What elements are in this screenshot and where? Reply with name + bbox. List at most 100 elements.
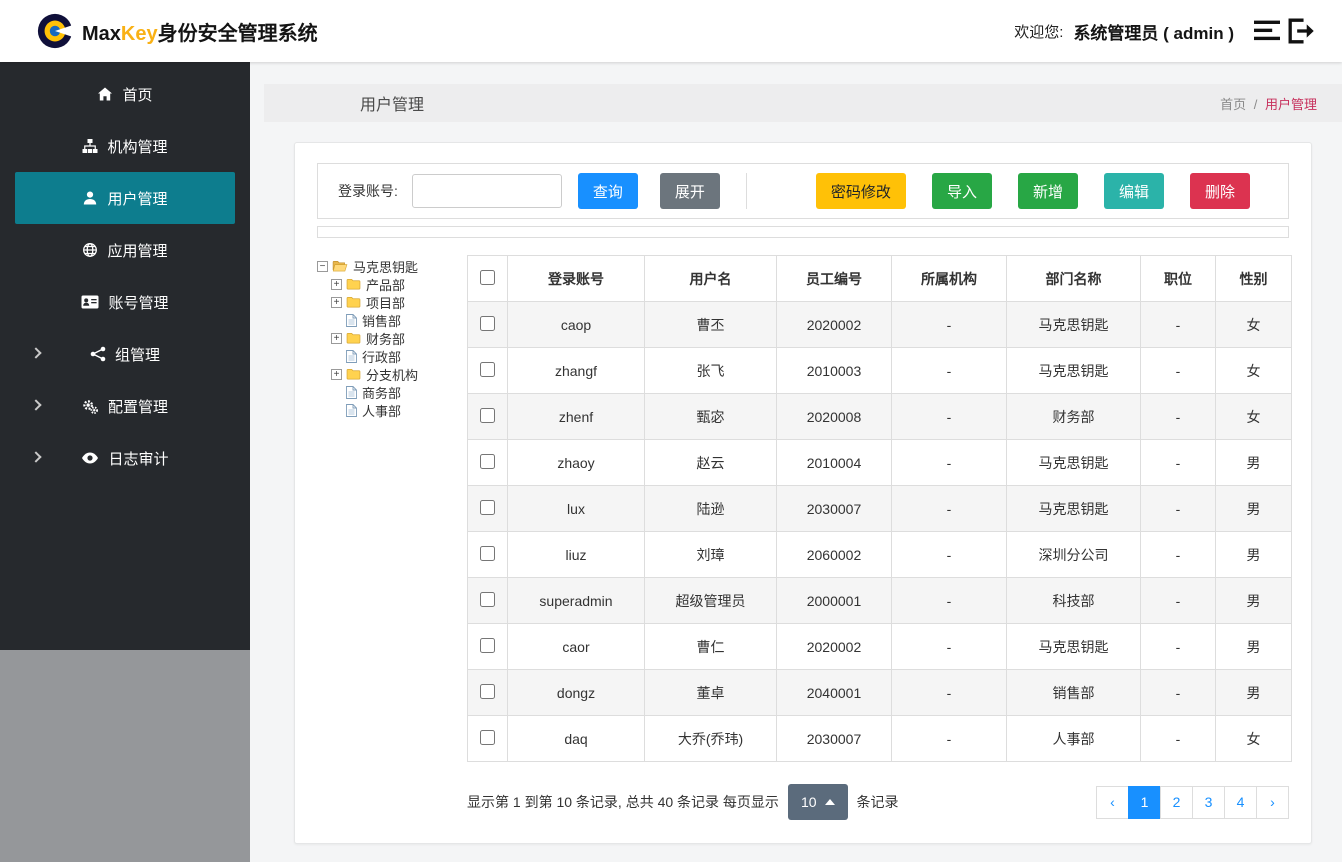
tree-node[interactable]: 商务部	[317, 383, 467, 401]
table-cell: 2020002	[776, 301, 892, 348]
prev-page-button[interactable]: ‹	[1096, 785, 1129, 819]
table-cell: 马克思钥匙	[1006, 439, 1141, 486]
row-checkbox[interactable]	[480, 315, 495, 331]
expand-plus-icon[interactable]	[331, 278, 342, 290]
row-checkbox[interactable]	[480, 729, 495, 745]
page-button-1[interactable]: 1	[1128, 785, 1161, 819]
tree-node[interactable]: 分支机构	[317, 365, 467, 383]
table-row[interactable]: dongz 董卓 2040001- 销售部 - 男	[467, 669, 1292, 716]
table-row[interactable]: daq 大乔(乔玮) 2030007- 人事部 - 女	[467, 715, 1292, 762]
sidebar: 首页 机构管理 用户管理 应用管理 账号管理 组管理 配置管理 日志审计	[0, 62, 250, 650]
tree-node[interactable]: 项目部	[317, 293, 467, 311]
tree-node[interactable]: 产品部	[317, 275, 467, 293]
document-icon	[346, 403, 357, 417]
expand-plus-icon[interactable]	[331, 368, 342, 380]
checkbox-cell	[467, 301, 508, 348]
expand-plus-icon[interactable]	[331, 332, 342, 344]
login-account-input[interactable]	[411, 174, 562, 208]
sidebar-item-home[interactable]: 首页	[15, 68, 235, 120]
folder-icon	[346, 368, 361, 380]
tree-node-label[interactable]: 项目部	[365, 293, 405, 312]
collapse-minus-icon[interactable]	[317, 260, 328, 272]
eye-icon	[81, 451, 99, 465]
tree-node[interactable]: 行政部	[317, 347, 467, 365]
table-cell: 2030007	[776, 485, 892, 532]
sidebar-item-org[interactable]: 机构管理	[15, 120, 235, 172]
folder-icon	[346, 332, 361, 344]
delete-button[interactable]: 删除	[1189, 173, 1250, 209]
page-button-3[interactable]: 3	[1192, 785, 1225, 819]
table-cell: 大乔(乔玮)	[644, 715, 777, 762]
tree-node-label[interactable]: 产品部	[365, 275, 405, 294]
import-button[interactable]: 导入	[931, 173, 992, 209]
row-checkbox[interactable]	[480, 361, 495, 377]
sidebar-item-users[interactable]: 用户管理	[15, 172, 235, 224]
tree-node-label[interactable]: 财务部	[365, 329, 405, 348]
checkbox-cell	[467, 393, 508, 440]
row-checkbox[interactable]	[480, 453, 495, 469]
table-row[interactable]: caor 曹仁 2020002- 马克思钥匙 - 男	[467, 623, 1292, 670]
table-cell: -	[891, 623, 1007, 670]
query-button[interactable]: 查询	[577, 173, 638, 209]
table-cell: -	[891, 347, 1007, 394]
table-row[interactable]: zhangf 张飞 2010003- 马克思钥匙 - 女	[467, 347, 1292, 394]
table-row[interactable]: caop 曹丕 2020002- 马克思钥匙 - 女	[467, 301, 1292, 348]
page-button-2[interactable]: 2	[1160, 785, 1193, 819]
table-row[interactable]: liuz 刘璋 2060002- 深圳分公司 - 男	[467, 531, 1292, 578]
table-cell: -	[1140, 393, 1216, 440]
sidebar-item-accounts[interactable]: 账号管理	[15, 276, 235, 328]
breadcrumb-home[interactable]: 首页	[1220, 97, 1246, 112]
page-size-dropdown[interactable]: 10	[787, 784, 848, 820]
table-cell: -	[891, 485, 1007, 532]
tree-node-label[interactable]: 马克思钥匙	[352, 257, 418, 276]
table-cell: 2040001	[776, 669, 892, 716]
select-all-header	[467, 255, 508, 302]
table-cell: 深圳分公司	[1006, 531, 1141, 578]
table-row[interactable]: superadmin 超级管理员 2000001- 科技部 - 男	[467, 577, 1292, 624]
tree-node[interactable]: 财务部	[317, 329, 467, 347]
next-page-button[interactable]: ›	[1256, 785, 1289, 819]
tree-node-label[interactable]: 人事部	[361, 401, 401, 420]
list-menu-icon[interactable]	[1250, 14, 1284, 48]
tree-node-label[interactable]: 行政部	[361, 347, 401, 366]
table-cell: zhenf	[507, 393, 645, 440]
row-checkbox[interactable]	[480, 499, 495, 515]
row-checkbox[interactable]	[480, 683, 495, 699]
table-row[interactable]: lux 陆逊 2030007- 马克思钥匙 - 男	[467, 485, 1292, 532]
change-password-button[interactable]: 密码修改	[815, 173, 906, 209]
action-buttons: 密码修改 导入 新增 编辑 删除	[815, 173, 1250, 209]
row-checkbox[interactable]	[480, 407, 495, 423]
sidebar-item-config[interactable]: 配置管理	[15, 380, 235, 432]
document-icon	[346, 349, 357, 363]
row-checkbox[interactable]	[480, 591, 495, 607]
edit-button[interactable]: 编辑	[1103, 173, 1164, 209]
document-icon	[346, 385, 357, 399]
tree-node[interactable]: 人事部	[317, 401, 467, 419]
expand-button[interactable]: 展开	[659, 173, 720, 209]
select-all-checkbox[interactable]	[480, 269, 495, 285]
sidebar-item-apps[interactable]: 应用管理	[15, 224, 235, 276]
page-button-4[interactable]: 4	[1224, 785, 1257, 819]
table-cell: -	[891, 669, 1007, 716]
sidebar-item-audit[interactable]: 日志审计	[15, 432, 235, 484]
table-row[interactable]: zhenf 甄宓 2020008- 财务部 - 女	[467, 393, 1292, 440]
table-cell: 甄宓	[644, 393, 777, 440]
table-cell: 2000001	[776, 577, 892, 624]
tree-node-label[interactable]: 销售部	[361, 311, 401, 330]
content-card: 登录账号: 查询 展开 密码修改 导入 新增 编辑 删除 − 马克思钥匙 + 产…	[294, 142, 1312, 844]
tree-node[interactable]: 销售部	[317, 311, 467, 329]
tree-node-root[interactable]: 马克思钥匙	[317, 257, 467, 275]
add-button[interactable]: 新增	[1017, 173, 1078, 209]
row-checkbox[interactable]	[480, 637, 495, 653]
logout-icon[interactable]	[1284, 14, 1318, 48]
table-cell: -	[891, 577, 1007, 624]
table-cell: -	[1140, 439, 1216, 486]
table-row[interactable]: zhaoy 赵云 2010004- 马克思钥匙 - 男	[467, 439, 1292, 486]
tree-node-label[interactable]: 商务部	[361, 383, 401, 402]
current-user-label: 系统管理员 ( admin )	[1073, 23, 1234, 43]
welcome-label: 欢迎您:	[1014, 23, 1064, 41]
sidebar-item-groups[interactable]: 组管理	[15, 328, 235, 380]
expand-plus-icon[interactable]	[331, 296, 342, 308]
row-checkbox[interactable]	[480, 545, 495, 561]
tree-node-label[interactable]: 分支机构	[365, 365, 418, 384]
